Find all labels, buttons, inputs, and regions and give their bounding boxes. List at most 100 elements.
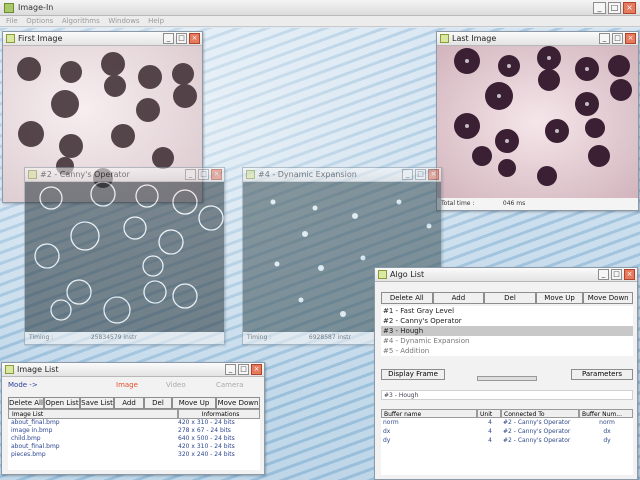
minimize-button[interactable]: _ [163, 33, 174, 44]
algo-item[interactable]: #3 - Hough [381, 326, 633, 336]
delete-all-algos-button[interactable]: Delete All [381, 292, 433, 304]
minimize-button[interactable]: _ [599, 33, 610, 44]
list-item[interactable]: pieces.bmp 320 x 240 - 24 bits [8, 451, 260, 459]
column-header[interactable]: Buffer name [381, 409, 477, 418]
list-item[interactable]: about_final.bmp 420 x 310 - 24 bits [8, 443, 260, 451]
window-title: Algo List [390, 270, 425, 279]
minimize-button[interactable]: _ [593, 2, 606, 14]
edge-image [34, 181, 224, 324]
column-header[interactable]: Connected To [501, 409, 579, 418]
algo-item[interactable]: #5 - Addition [381, 346, 633, 356]
minimize-button[interactable]: _ [185, 169, 196, 180]
maximize-button[interactable]: □ [176, 33, 187, 44]
column-header[interactable]: Informations [178, 409, 260, 419]
buffer-connected: #2 - Canny's Operator [503, 428, 571, 435]
app-title: Image-In [18, 3, 54, 12]
close-button[interactable]: × [211, 169, 222, 180]
column-header[interactable]: Image List [8, 409, 178, 419]
close-button[interactable]: × [251, 364, 262, 375]
window-title: First Image [18, 34, 63, 43]
display-frame-button[interactable]: Display Frame [381, 369, 445, 380]
buffer-num: dx [603, 428, 611, 435]
maximize-button[interactable]: □ [612, 33, 623, 44]
column-header[interactable]: Unit [477, 409, 501, 418]
list-item[interactable]: child.bmp 640 x 500 - 24 bits [8, 435, 260, 443]
move-down-image-button[interactable]: Move Down [216, 397, 260, 409]
timing-value: 25834579 instr [90, 334, 137, 341]
move-up-algo-button[interactable]: Move Up [535, 292, 584, 304]
maximize-button[interactable]: □ [611, 269, 622, 280]
current-algo-field: #3 - Hough [381, 390, 633, 400]
mode-camera-tab[interactable]: Camera [216, 381, 256, 389]
image-name: about_final.bmp [11, 419, 60, 426]
algo-item[interactable]: #2 - Canny's Operator [381, 316, 633, 326]
window-title: #4 - Dynamic Expansion [258, 170, 357, 179]
add-image-button[interactable]: Add [114, 397, 144, 409]
table-row[interactable]: dx 4 #2 - Canny's Operator dx [381, 427, 633, 436]
window-titlebar[interactable]: Image List _ □ × [2, 363, 264, 377]
window-titlebar[interactable]: Last Image _ □ × [437, 32, 638, 46]
menu-help[interactable]: Help [148, 16, 164, 27]
save-list-button[interactable]: Save List [80, 397, 114, 409]
window-titlebar[interactable]: #2 - Canny's Operator _ □ × [25, 168, 224, 182]
window-controls: _ □ × [185, 169, 222, 180]
algo-list: #1 - Fast Gray Level #2 - Canny's Operat… [381, 306, 633, 356]
parameters-button[interactable]: Parameters [571, 369, 633, 380]
window-controls: _ □ × [225, 364, 262, 375]
maximize-button[interactable]: □ [198, 169, 209, 180]
close-button[interactable]: × [624, 269, 635, 280]
del-algo-button[interactable]: Del [484, 292, 536, 304]
window-title: Image List [17, 365, 59, 374]
list-item[interactable]: image in.bmp 278 x 67 - 24 bits [8, 427, 260, 435]
window-titlebar[interactable]: First Image _ □ × [3, 32, 202, 46]
algo-toolbar: Delete All Add Del Move Up Move Down [381, 292, 634, 304]
menu-bar: File Options Algorithms Windows Help [0, 16, 640, 27]
algo-item[interactable]: #4 - Dynamic Expansion [381, 336, 633, 346]
menu-algorithms[interactable]: Algorithms [62, 16, 100, 27]
mode-video-tab[interactable]: Video [166, 381, 216, 389]
image-list-toolbar: Delete All Open List Save List Add Del M… [8, 397, 260, 409]
minimize-button[interactable]: _ [225, 364, 236, 375]
buffer-connected: #2 - Canny's Operator [503, 419, 571, 426]
window-titlebar[interactable]: Algo List _ □ × [375, 268, 637, 282]
delete-all-images-button[interactable]: Delete All [8, 397, 44, 409]
window-title: #2 - Canny's Operator [40, 170, 130, 179]
image-name: child.bmp [11, 435, 41, 442]
window-controls: _ □ × [599, 33, 636, 44]
table-row[interactable]: norm 4 #2 - Canny's Operator norm [381, 418, 633, 427]
image-info: 320 x 240 - 24 bits [178, 451, 235, 458]
window-icon [378, 270, 387, 279]
column-header[interactable]: Buffer Num... [579, 409, 633, 418]
menu-file[interactable]: File [6, 16, 18, 27]
open-list-button[interactable]: Open List [44, 397, 80, 409]
image-name: image in.bmp [11, 427, 53, 434]
maximize-button[interactable]: □ [238, 364, 249, 375]
close-button[interactable]: × [625, 33, 636, 44]
move-down-algo-button[interactable]: Move Down [583, 292, 634, 304]
image-info: 420 x 310 - 24 bits [178, 443, 235, 450]
menu-windows[interactable]: Windows [108, 16, 139, 27]
app-titlebar: Image-In _ □ × [0, 0, 640, 16]
move-up-image-button[interactable]: Move Up [172, 397, 216, 409]
window-titlebar[interactable]: #4 - Dynamic Expansion _ □ × [243, 168, 441, 182]
close-button[interactable]: × [189, 33, 200, 44]
buffer-num: norm [599, 419, 615, 426]
maximize-button[interactable]: □ [415, 169, 426, 180]
buffer-name: dx [383, 428, 391, 435]
close-button[interactable]: × [428, 169, 439, 180]
app-icon [4, 3, 14, 13]
del-image-button[interactable]: Del [144, 397, 172, 409]
minimize-button[interactable]: _ [598, 269, 609, 280]
menu-options[interactable]: Options [26, 16, 53, 27]
list-item[interactable]: about_final.bmp 420 x 310 - 24 bits [8, 419, 260, 427]
mode-image-tab[interactable]: Image [116, 381, 166, 389]
window-title: Last Image [452, 34, 497, 43]
minimize-button[interactable]: _ [402, 169, 413, 180]
table-row[interactable]: dy 4 #2 - Canny's Operator dy [381, 436, 633, 445]
add-algo-button[interactable]: Add [432, 292, 485, 304]
maximize-button[interactable]: □ [608, 2, 621, 14]
algo-item[interactable]: #1 - Fast Gray Level [381, 306, 633, 316]
frame-slider[interactable] [477, 376, 537, 381]
close-button[interactable]: × [623, 2, 636, 14]
window-controls: _ □ × [598, 269, 635, 280]
